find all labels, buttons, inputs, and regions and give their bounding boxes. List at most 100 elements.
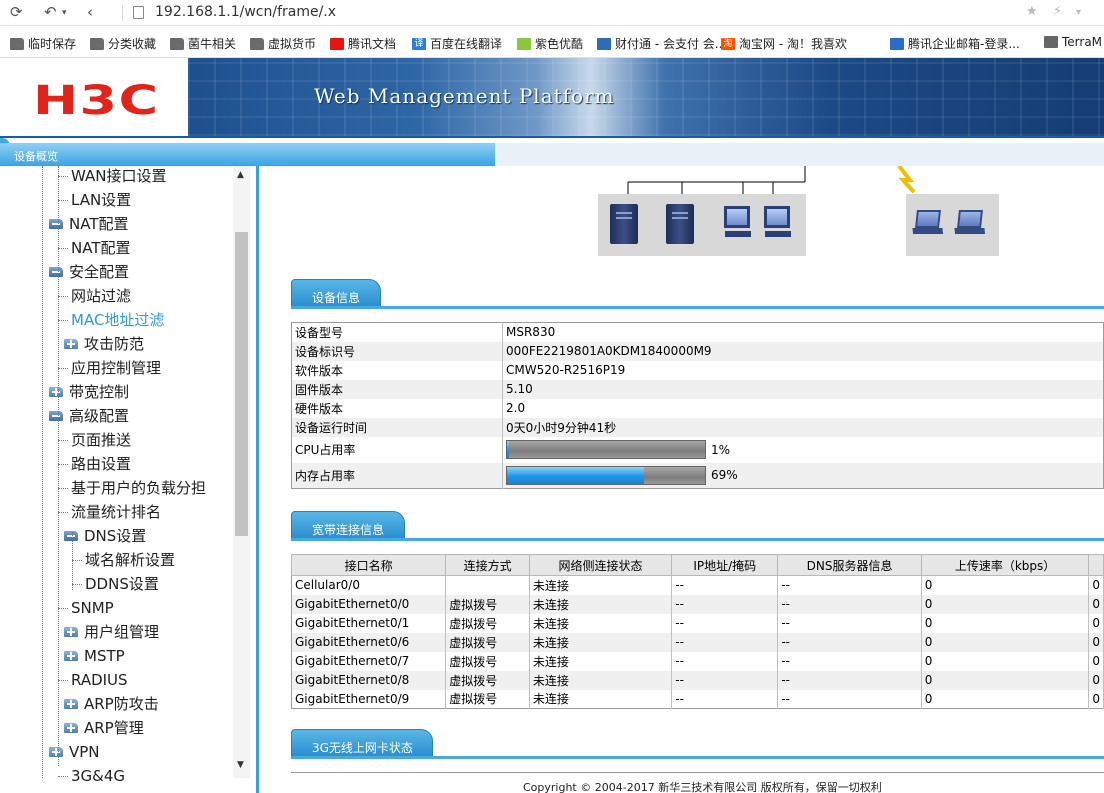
sidebar-item[interactable]: MSTP [64,645,125,667]
h3c-logo: H3C [33,78,160,124]
bookmark-item[interactable]: 腾讯企业邮箱-登录... [890,35,1020,52]
tree-connector [58,176,68,177]
sidebar-item[interactable]: LAN设置 [71,189,131,211]
sidebar-item[interactable]: RADIUS [71,669,128,691]
topology-lines [627,166,916,196]
scroll-up-icon[interactable]: ▲ [237,170,244,180]
table-cell: 0 [921,670,1090,690]
sidebar-item[interactable]: 带宽控制 [49,381,129,403]
bookmark-item[interactable]: 译百度在线翻译 [412,35,502,52]
sidebar-item[interactable]: SNMP [71,597,114,619]
reload-icon[interactable]: ⟳ [10,3,23,21]
column-header[interactable]: 上传速率（kbps） [920,554,1090,576]
sidebar-item[interactable]: ARP防攻击 [64,693,159,715]
chevron-down-icon[interactable]: ▾ [1076,7,1081,18]
tree-connector [58,512,68,513]
sidebar-item-label: 用户组管理 [84,623,160,641]
sidebar-item[interactable]: MAC地址过滤 [71,309,164,331]
g3-status-tab: 3G无线上网卡状态 [291,729,433,757]
banner-image: Web Management Platform [188,58,1104,136]
chevron-down-icon[interactable]: ▾ [62,8,67,18]
sidebar-item[interactable]: 路由设置 [71,453,131,475]
sidebar-item[interactable]: NAT配置 [49,213,128,235]
collapse-folder-icon[interactable] [49,219,63,229]
back-icon[interactable]: ‹ [87,3,93,21]
tree-connector [58,608,68,609]
column-header[interactable]: DNS服务器信息 [777,554,922,576]
sidebar-item[interactable]: 安全配置 [49,261,129,283]
collapse-folder-icon[interactable] [64,531,78,541]
sidebar-item[interactable]: 域名解析设置 [85,549,175,571]
info-key: 设备运行时间 [291,417,503,437]
table-cell: -- [777,689,922,709]
column-header[interactable]: 网络侧连接状态 [528,554,673,576]
bookmark-label: 腾讯企业邮箱-登录... [908,37,1020,51]
bookmark-item[interactable]: 紫色优酷 [517,35,583,52]
tab-device-overview[interactable]: 设备概览 [0,143,495,166]
bookmark-item[interactable]: 临时保存 [10,35,76,52]
expand-folder-icon[interactable] [49,387,63,397]
table-row: GigabitEthernet0/9 虚拟拨号 未连接 -- -- 0 0 [291,689,1104,709]
sidebar-item[interactable]: 流量统计排名 [71,501,161,523]
bookmark-label: 腾讯文档 [348,37,397,51]
desktop-pc-icon [724,206,751,237]
url-field[interactable]: 192.168.1.1/wcn/frame/.x [133,4,336,20]
table-row: GigabitEthernet0/1 虚拟拨号 未连接 -- -- 0 0 [291,613,1104,633]
expand-folder-icon[interactable] [64,723,78,733]
bookmark-label: 财付通 - 会支付 会... [615,37,727,51]
bookmark-item[interactable]: 淘淘宝网 - 淘！我喜欢 [721,35,847,52]
expand-folder-icon[interactable] [49,747,63,757]
bookmark-item[interactable]: 虚拟货币 [250,35,316,52]
sidebar-item[interactable]: ARP管理 [64,717,144,739]
wan-info-tab: 宽带连接信息 [291,511,405,539]
expand-folder-icon[interactable] [64,699,78,709]
undo-icon[interactable]: ↶ [44,3,57,21]
expand-folder-icon[interactable] [64,627,78,637]
expand-folder-icon[interactable] [64,651,78,661]
column-header[interactable]: IP地址/掩码 [671,554,779,576]
collapse-folder-icon[interactable] [49,411,63,421]
sidebar-item-label: NAT配置 [69,215,129,233]
sidebar-item[interactable]: WAN接口设置 [71,166,167,187]
info-value: CMW520-R2516P19 [506,363,626,377]
column-header[interactable] [1088,554,1104,576]
sidebar-item[interactable]: 网站过滤 [71,285,131,307]
sidebar-item[interactable]: NAT配置 [71,237,130,259]
sidebar-item-label: 路由设置 [71,455,132,473]
column-header[interactable]: 连接方式 [445,554,530,576]
sidebar-item[interactable]: 页面推送 [71,429,131,451]
table-row: GigabitEthernet0/6 虚拟拨号 未连接 -- -- 0 0 [291,632,1104,652]
bookmark-item[interactable]: 菌牛相关 [170,35,236,52]
sidebar-item[interactable]: DNS设置 [64,525,146,547]
footer: Copyright © 2004-2017 新华三技术有限公司 版权所有，保留一… [262,777,1104,793]
sidebar-item-label: 3G&4G [71,767,126,785]
sidebar-item[interactable]: VPN [49,741,100,763]
expand-folder-icon[interactable] [64,339,78,349]
table-cell: 0 [1088,670,1104,690]
lightning-icon[interactable]: ⚡ [1053,4,1062,19]
scrollbar-thumb[interactable] [235,232,248,536]
scroll-down-icon[interactable]: ▼ [237,760,244,770]
sidebar-item[interactable]: 高级配置 [49,405,129,427]
sidebar-item[interactable]: 应用控制管理 [71,357,161,379]
sidebar-scrollbar[interactable]: ▲ ▼ [233,166,250,778]
sidebar-item-label: ARP防攻击 [84,695,159,713]
column-header[interactable]: 接口名称 [290,554,447,576]
bookmark-item[interactable]: 分类收藏 [90,35,156,52]
sidebar-item[interactable]: 基于用户的负载分担 [71,477,206,499]
bookmark-item[interactable]: 腾讯文档 [330,35,396,52]
collapse-folder-icon[interactable] [49,267,63,277]
sidebar-item-label: VPN [69,743,100,761]
sidebar-item-label: 带宽控制 [69,383,130,401]
sidebar-item[interactable]: 3G&4G [71,765,125,787]
sidebar-item[interactable]: 用户组管理 [64,621,159,643]
sidebar-item-label: DDNS设置 [85,575,159,593]
sidebar-item[interactable]: DDNS设置 [85,573,159,595]
table-cell: 虚拟拨号 [445,651,530,671]
sidebar-item[interactable]: 攻击防范 [64,333,144,355]
table-cell: -- [777,632,922,652]
bookmark-item[interactable]: TerraM [1044,35,1102,49]
bookmark-item[interactable]: 财付通 - 会支付 会... [597,35,726,52]
info-key: 固件版本 [291,379,503,399]
star-icon[interactable]: ★ [1026,4,1038,19]
